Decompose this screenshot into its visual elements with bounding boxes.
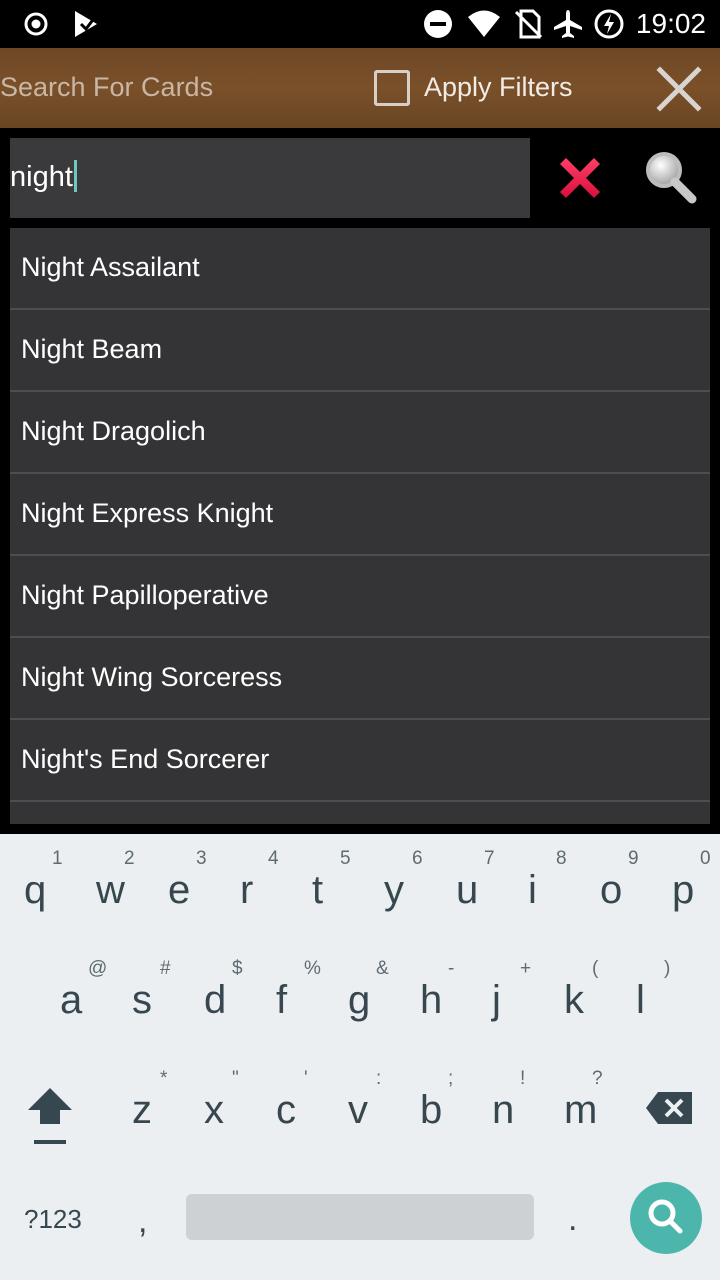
close-icon[interactable] [652,62,706,116]
comma-key[interactable]: , [138,1202,147,1241]
key-letter: z [132,1088,152,1132]
apply-filters-label[interactable]: Apply Filters [424,72,573,103]
suggestions-list: Night Assailant Night Beam Night Dragoli… [10,228,710,824]
key-hint: 2 [124,848,135,869]
key-letter: l [636,978,645,1022]
text-caret [73,160,77,192]
key-hint: 3 [196,848,207,869]
app-bar: Search For Cards Apply Filters [0,48,720,128]
backspace-icon [646,1092,692,1124]
key-letter: i [528,868,537,912]
key-letter: e [168,868,191,912]
key-hint: ( [592,958,599,979]
key-hint: % [304,958,321,979]
clear-x-icon[interactable] [552,150,608,206]
search-icon [648,1199,683,1234]
key-hint: 0 [700,848,711,869]
key-hint: # [160,958,171,979]
key-hint: 6 [412,848,423,869]
key-hint: - [448,958,455,979]
key-letter: r [240,868,254,912]
airplane-icon [554,10,582,38]
search-input[interactable]: night [10,138,530,218]
search-enter-key[interactable] [630,1182,702,1254]
search-row: night [0,128,720,228]
key-hint: 8 [556,848,567,869]
search-input-text: night [10,161,73,193]
key-letter: q [24,868,47,912]
key-letter: f [276,978,288,1022]
key-letter: s [132,978,152,1022]
suggestion-label: Night Papilloperative [21,580,269,610]
key-letter: d [204,978,227,1022]
key-letter: c [276,1088,296,1132]
magnifier-icon[interactable] [640,148,700,208]
backspace-key[interactable] [644,1090,694,1126]
key-letter: k [564,978,584,1022]
suggestion-item[interactable]: Night Papilloperative [10,556,710,638]
battery-charging-icon [594,9,624,39]
shift-key[interactable] [24,1084,76,1150]
key-letter: b [420,1088,443,1132]
key-hint: ; [448,1068,454,1089]
shift-arrow-icon [28,1088,72,1144]
key-hint: : [376,1068,382,1089]
key-letter: n [492,1088,515,1132]
key-hint: ' [304,1068,308,1089]
key-hint: 9 [628,848,639,869]
key-letter: j [492,978,501,1022]
suggestion-label: Night Dragolich [21,416,206,446]
suggestion-label: Night Wing Sorceress [21,662,283,692]
key-letter: m [564,1088,598,1132]
soft-keyboard: ?123 , . 1 q 2 w 3 e 4 r 5 t 6 y 7 u 8 i 9 o 0 p @ a # s $ d% f & g -… [0,834,720,1280]
key-hint: ? [592,1068,603,1089]
key-letter: t [312,868,324,912]
key-hint: @ [88,958,108,979]
symbols-key[interactable]: ?123 [24,1204,82,1235]
key-hint: ! [520,1068,526,1089]
do-not-disturb-icon [424,10,452,38]
suggestion-item[interactable]: Night Assailant [10,228,710,310]
suggestion-item[interactable]: Night's End Sorcerer [10,720,710,802]
key-letter: g [348,978,371,1022]
no-sim-icon [514,9,543,39]
key-letter: w [96,868,125,912]
key-hint: ) [664,958,671,979]
key-letter: a [60,978,83,1022]
key-hint: $ [232,958,243,979]
key-letter: o [600,868,623,912]
key-letter: x [204,1088,224,1132]
key-hint: 7 [484,848,495,869]
key-letter: h [420,978,443,1022]
key-letter: p [672,868,695,912]
play-store-icon [75,11,97,37]
key-hint: * [160,1068,168,1089]
suggestion-item[interactable]: Night Express Knight [10,474,710,556]
key-hint: + [520,958,532,979]
key-hint: 1 [52,848,63,869]
suggestion-item[interactable]: Night Wing Sorceress [10,638,710,720]
search-input-value: night [10,160,77,194]
wifi-icon [468,10,500,37]
suggestion-label: Night Beam [21,334,163,364]
key-letter: u [456,868,479,912]
key-hint: 5 [340,848,351,869]
key-hint: & [376,958,389,979]
status-bar: 19:02 [0,0,720,48]
suggestion-item[interactable]: Night Beam [10,310,710,392]
period-key[interactable]: . [568,1200,577,1239]
space-key[interactable] [186,1194,534,1240]
key-letter: v [348,1088,368,1132]
suggestion-label: Night Assailant [21,252,200,282]
suggestion-item[interactable]: Night Dragolich [10,392,710,474]
key-hint: 4 [268,848,279,869]
apply-filters-checkbox[interactable] [374,70,410,106]
key-letter: y [384,868,404,912]
record-icon [24,12,48,36]
key-hint: " [232,1068,239,1089]
status-time: 19:02 [635,8,706,39]
suggestion-label: Night Express Knight [21,498,274,528]
suggestion-label: Night's End Sorcerer [21,744,270,774]
search-title: Search For Cards [0,72,214,102]
